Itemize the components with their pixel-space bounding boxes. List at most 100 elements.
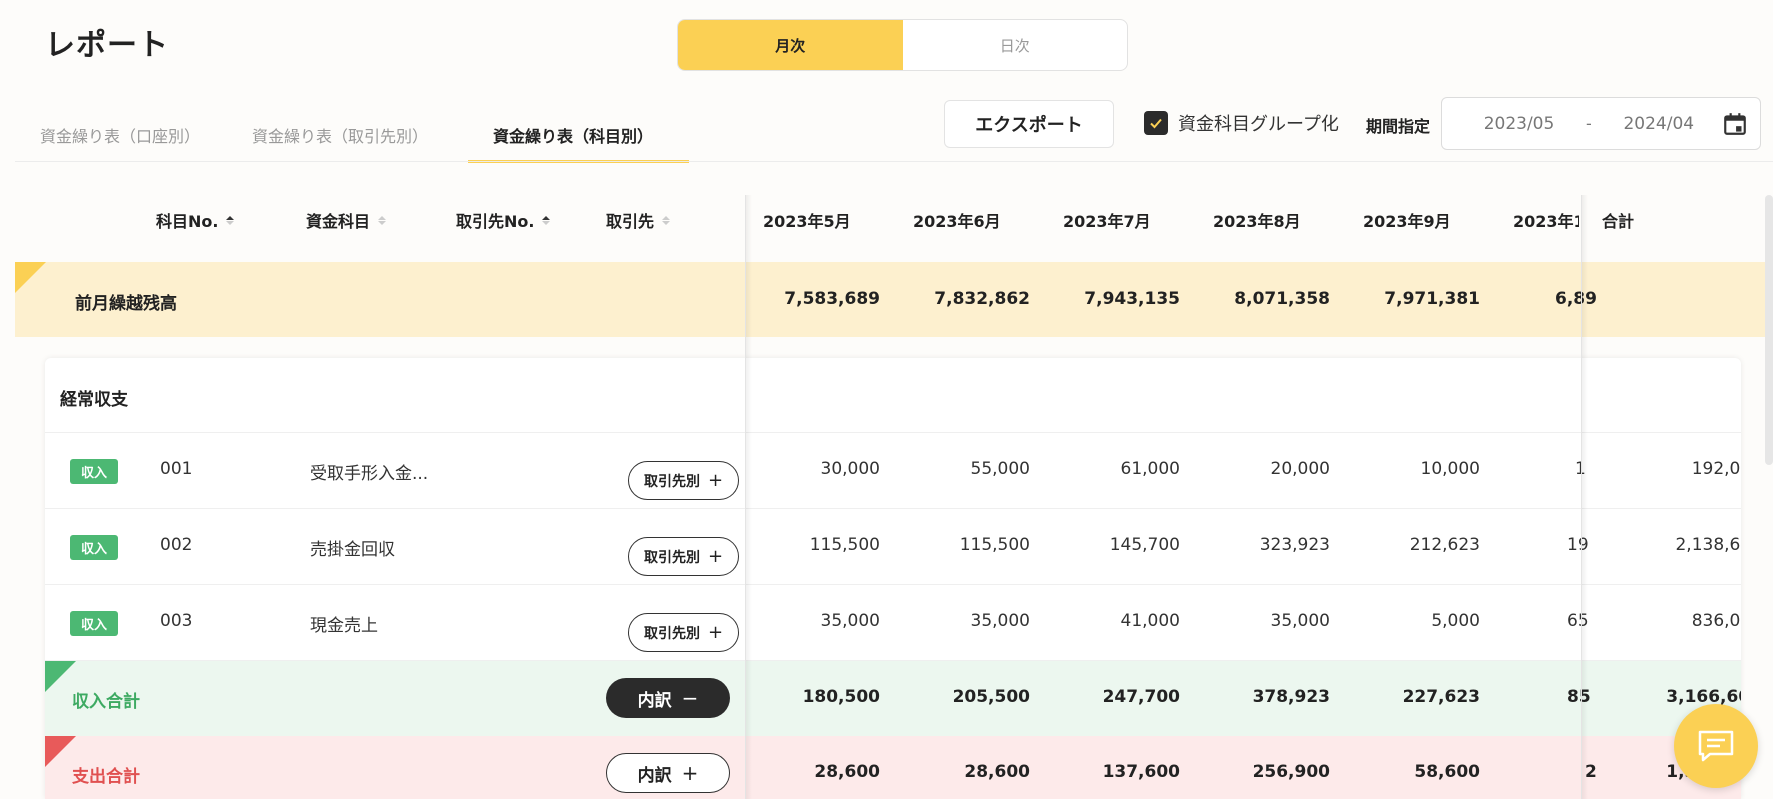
button-label: 内訳: [637, 690, 672, 711]
income-badge: 収入: [70, 459, 118, 484]
account-no: 003: [160, 611, 193, 631]
tabs-divider: [15, 161, 1773, 162]
account-name: 現金売上: [310, 616, 378, 636]
month-value: 30,000: [820, 459, 880, 479]
sort-icon[interactable]: [378, 215, 387, 225]
cashflow-section-card: 経常収支 収入 001 受取手形入金... 取引先別 + 30,000 55,00…: [45, 358, 1741, 799]
header-partner-no-label: 取引先No.: [456, 212, 535, 231]
row-corner-marker: [15, 262, 46, 293]
date-separator: -: [1586, 114, 1592, 133]
tab-partner[interactable]: 資金繰り表（取引先別）: [227, 108, 468, 162]
header-total: 合計: [1602, 212, 1635, 231]
plus-icon: +: [707, 622, 724, 643]
carry-over-value: 7,943,135: [1084, 289, 1180, 309]
date-from-input[interactable]: [1464, 113, 1574, 134]
sort-icon[interactable]: [662, 215, 671, 225]
month-value: 28,600: [814, 762, 880, 782]
plus-icon: +: [707, 546, 724, 567]
month-value: 115,500: [809, 535, 880, 555]
month-value: 137,600: [1102, 762, 1180, 782]
date-range: -: [1441, 97, 1761, 150]
vertical-scrollbar[interactable]: [1765, 195, 1773, 465]
table-header: 科目No. 資金科目 取引先No. 取引先 2023年5月 2023年6月 20…: [15, 180, 1773, 262]
table-row: 収入 003 現金売上 取引先別 + 35,000 35,000 41,000 3…: [45, 585, 1741, 661]
total-column-shadow: [1582, 195, 1588, 799]
partner-breakdown-button[interactable]: 取引先別 +: [628, 613, 739, 652]
header-month: 2023年6月: [913, 212, 1001, 231]
month-value: 58,600: [1414, 762, 1480, 782]
month-value: 65: [1567, 611, 1589, 631]
month-value: 212,623: [1409, 535, 1480, 555]
section-header: 経常収支: [45, 358, 1741, 433]
month-value: 85: [1567, 687, 1591, 707]
partner-breakdown-button[interactable]: 取引先別 +: [628, 461, 739, 500]
income-breakdown-button[interactable]: 内訳 −: [606, 678, 730, 718]
calendar-icon[interactable]: [1722, 111, 1748, 137]
sort-icon[interactable]: [542, 215, 551, 225]
income-badge: 収入: [70, 535, 118, 560]
plus-icon: +: [681, 761, 699, 785]
table-row: 収入 002 売掛金回収 取引先別 + 115,500 115,500 145,7…: [45, 509, 1741, 585]
header-account-no-label: 科目No.: [156, 212, 219, 231]
expense-total-row: 支出合計 内訳 + 28,600 28,600 137,600 256,900 5…: [45, 736, 1741, 799]
group-checkbox-wrap[interactable]: 資金科目グループ化: [1144, 110, 1339, 136]
header-partner[interactable]: 取引先: [606, 208, 671, 232]
carry-over-value: 6,89: [1555, 289, 1597, 309]
view-toggle: 月次 日次: [677, 19, 1128, 71]
date-to-input[interactable]: [1603, 113, 1714, 134]
table-row: 収入 001 受取手形入金... 取引先別 + 30,000 55,000 61,…: [45, 433, 1741, 509]
header-partner-no[interactable]: 取引先No.: [456, 208, 551, 232]
month-value: 247,700: [1102, 687, 1180, 707]
export-button[interactable]: エクスポート: [944, 100, 1114, 148]
row-total: 2,138,607: [1675, 535, 1741, 555]
group-checkbox-label: 資金科目グループ化: [1178, 114, 1339, 135]
tab-account[interactable]: 資金繰り表（口座別）: [15, 108, 227, 162]
page-title: レポート: [45, 28, 169, 63]
sort-icon[interactable]: [226, 215, 235, 225]
section-title: 経常収支: [60, 390, 128, 410]
header-month: 2023年8月: [1213, 212, 1301, 231]
check-icon: [1150, 118, 1162, 129]
button-label: 取引先別: [643, 473, 700, 490]
month-value: 115,500: [959, 535, 1030, 555]
carry-over-row: 前月繰越残高 7,583,689 7,832,862 7,943,135 8,0…: [15, 262, 1773, 337]
minus-icon: −: [681, 686, 699, 710]
month-value: 19: [1567, 535, 1589, 555]
month-value: 28,600: [964, 762, 1030, 782]
carry-over-value: 8,071,358: [1234, 289, 1330, 309]
button-label: 取引先別: [643, 549, 700, 566]
month-value: 378,923: [1252, 687, 1330, 707]
account-name: 受取手形入金...: [310, 464, 429, 484]
group-checkbox[interactable]: [1144, 111, 1168, 135]
month-value: 180,500: [802, 687, 880, 707]
month-value: 20,000: [1270, 459, 1330, 479]
month-value: 41,000: [1120, 611, 1180, 631]
partner-breakdown-button[interactable]: 取引先別 +: [628, 537, 739, 576]
chat-button[interactable]: [1674, 704, 1758, 788]
month-value: 61,000: [1120, 459, 1180, 479]
header-account-no[interactable]: 科目No.: [156, 208, 235, 232]
income-total-label: 収入合計: [72, 692, 140, 712]
month-value: 5,000: [1431, 611, 1480, 631]
expense-total-label: 支出合計: [72, 767, 140, 787]
toggle-monthly[interactable]: 月次: [678, 20, 903, 70]
tab-subject[interactable]: 資金繰り表（科目別）: [468, 108, 689, 163]
month-value: 35,000: [820, 611, 880, 631]
income-badge: 収入: [70, 611, 118, 636]
row-total: 836,000: [1691, 611, 1741, 631]
header-account[interactable]: 資金科目: [306, 208, 387, 232]
account-no: 002: [160, 535, 193, 555]
income-total-row: 収入合計 内訳 − 180,500 205,500 247,700 378,923…: [45, 661, 1741, 736]
toggle-daily[interactable]: 日次: [903, 20, 1128, 70]
header-month: 2023年10月: [1513, 212, 1579, 231]
month-value: 55,000: [970, 459, 1030, 479]
carry-over-value: 7,832,862: [934, 289, 1030, 309]
expense-breakdown-button[interactable]: 内訳 +: [606, 753, 730, 793]
carry-over-label: 前月繰越残高: [75, 294, 177, 314]
month-value: 35,000: [1270, 611, 1330, 631]
month-value: 145,700: [1109, 535, 1180, 555]
row-total: 192,000: [1691, 459, 1741, 479]
button-label: 取引先別: [643, 625, 700, 642]
header-month: 2023年7月: [1063, 212, 1151, 231]
button-label: 内訳: [637, 765, 672, 786]
